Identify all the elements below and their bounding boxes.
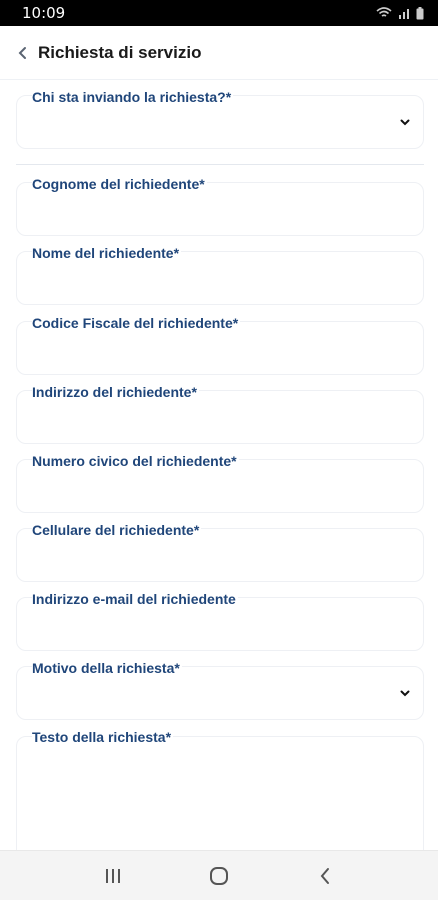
back-button[interactable] xyxy=(12,41,32,65)
signal-icon xyxy=(399,9,409,19)
recent-apps-icon xyxy=(106,868,120,883)
street-number-label: Numero civico del richiedente* xyxy=(32,453,239,469)
sender-type-label: Chi sta inviando la richiesta?* xyxy=(32,89,234,105)
system-back-button[interactable] xyxy=(305,861,345,891)
page-title: Richiesta di servizio xyxy=(38,42,202,62)
system-nav-bar xyxy=(0,850,438,900)
home-button[interactable] xyxy=(199,861,239,891)
status-bar: 10:09 xyxy=(0,0,438,26)
email-label: Indirizzo e-mail del richiedente xyxy=(32,591,238,607)
mobile-label: Cellulare del richiedente* xyxy=(32,522,202,538)
tax-code-label: Codice Fiscale del richiedente* xyxy=(32,315,241,331)
battery-icon xyxy=(416,6,424,19)
section-divider xyxy=(16,164,424,165)
address-label: Indirizzo del richiedente* xyxy=(32,384,199,400)
home-icon xyxy=(210,866,228,885)
wifi-icon xyxy=(376,7,392,17)
chevron-left-icon xyxy=(18,46,26,59)
app-bar: Richiesta di servizio xyxy=(0,26,438,80)
status-time: 10:09 xyxy=(22,4,66,22)
chevron-down-icon xyxy=(400,119,410,126)
surname-label: Cognome del richiedente* xyxy=(32,176,207,192)
chevron-down-icon xyxy=(400,690,410,697)
recent-apps-button[interactable] xyxy=(93,861,133,891)
reason-label: Motivo della richiesta* xyxy=(32,660,182,676)
back-arrow-icon xyxy=(320,867,329,884)
first-name-label: Nome del richiedente* xyxy=(32,245,182,261)
status-icons xyxy=(376,6,424,20)
request-text-label: Testo della richiesta* xyxy=(32,729,174,745)
